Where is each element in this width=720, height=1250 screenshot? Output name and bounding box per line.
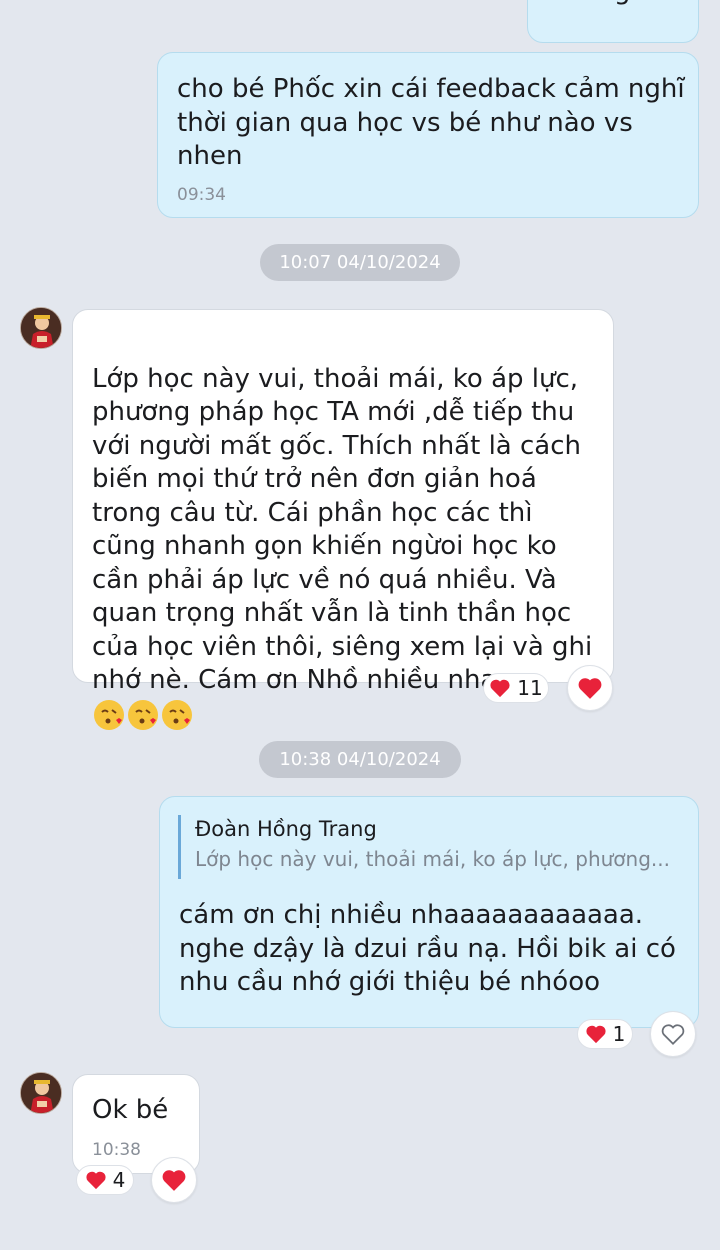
message-bubble-outgoing[interactable]: Chàng ơiii	[527, 0, 699, 43]
react-button[interactable]	[650, 1011, 696, 1057]
reply-quote-text: Lớp học này vui, thoải mái, ko áp lực, p…	[195, 847, 670, 871]
date-separator: 10:38 04/10/2024	[259, 741, 461, 778]
message-text: cho bé Phốc xin cái feedback cảm nghĩ th…	[177, 74, 685, 171]
heart-icon	[490, 679, 510, 698]
avatar[interactable]	[20, 307, 62, 349]
heart-icon	[162, 1170, 186, 1191]
reaction-count-badge[interactable]: 1	[577, 1019, 633, 1049]
reaction-count: 1	[612, 1022, 626, 1046]
heart-icon	[578, 678, 602, 699]
message-text: Ok bé	[92, 1095, 169, 1125]
message-time: 10:38	[92, 1140, 141, 1160]
heart-icon	[86, 1171, 106, 1190]
heart-outline-icon	[661, 1024, 685, 1045]
avatar-image	[21, 308, 61, 348]
message-bubble-incoming[interactable]: Lớp học này vui, thoải mái, ko áp lực, p…	[72, 309, 614, 730]
message-text: cám ơn chị nhiều nhaaaaaaaaaaaa. nghe dz…	[179, 900, 676, 997]
reply-quote-sender: Đoàn Hồng Trang	[195, 817, 377, 841]
message-bubble-outgoing[interactable]: cho bé Phốc xin cái feedback cảm nghĩ th…	[157, 52, 699, 218]
reaction-count: 4	[112, 1168, 126, 1192]
avatar-image	[21, 1073, 61, 1113]
date-separator: 10:07 04/10/2024	[260, 244, 460, 281]
reaction-count-badge[interactable]: 11	[483, 673, 549, 703]
avatar[interactable]	[20, 1072, 62, 1114]
react-button[interactable]	[151, 1157, 197, 1203]
react-button[interactable]	[567, 665, 613, 711]
message-bubble-outgoing[interactable]: Đoàn Hồng Trang Lớp học này vui, thoải m…	[159, 796, 699, 1028]
face-blowing-kiss-emoji	[92, 699, 194, 732]
message-time: 09:34	[177, 185, 226, 205]
reaction-count-badge[interactable]: 4	[76, 1165, 134, 1195]
reply-quote[interactable]: Đoàn Hồng Trang Lớp học này vui, thoải m…	[178, 815, 678, 879]
reaction-count: 11	[517, 676, 543, 700]
message-text: Chàng ơiii	[547, 0, 676, 9]
message-text-content: Lớp học này vui, thoải mái, ko áp lực, p…	[92, 363, 593, 696]
heart-icon	[586, 1025, 606, 1044]
